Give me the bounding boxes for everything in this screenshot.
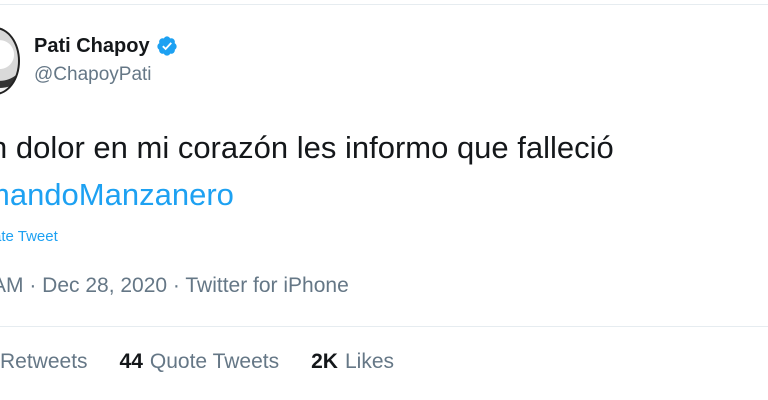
tweet-card: Pati Chapoy @ChapoyPati n dolor en mi co… <box>0 0 768 400</box>
avatar[interactable] <box>0 27 20 95</box>
tweet-meta: AM · Dec 28, 2020 · Twitter for iPhone <box>0 274 349 297</box>
quote-tweets-stat[interactable]: 44 Quote Tweets <box>120 350 280 374</box>
likes-stat[interactable]: 2K Likes <box>311 350 394 374</box>
translate-tweet-link[interactable]: ate Tweet <box>0 228 58 245</box>
quote-tweets-count: 44 <box>119 350 143 373</box>
tweet-stats: Retweets 44 Quote Tweets 2K Likes <box>0 350 426 374</box>
retweets-label: Retweets <box>0 350 88 373</box>
hashtag-link[interactable]: mandoManzanero <box>0 175 234 215</box>
retweets-stat[interactable]: Retweets <box>0 350 88 374</box>
quote-tweets-label: Quote Tweets <box>149 350 280 373</box>
stats-divider <box>0 326 768 327</box>
author-display-name[interactable]: Pati Chapoy <box>34 35 150 58</box>
likes-label: Likes <box>344 350 394 373</box>
author-name-row: Pati Chapoy <box>34 32 178 60</box>
likes-count: 2K <box>311 350 338 373</box>
verified-badge-icon <box>156 35 178 57</box>
top-divider <box>0 4 768 5</box>
author-handle[interactable]: @ChapoyPati <box>34 64 152 86</box>
tweet-text: n dolor en mi corazón les informo que fa… <box>0 130 614 165</box>
